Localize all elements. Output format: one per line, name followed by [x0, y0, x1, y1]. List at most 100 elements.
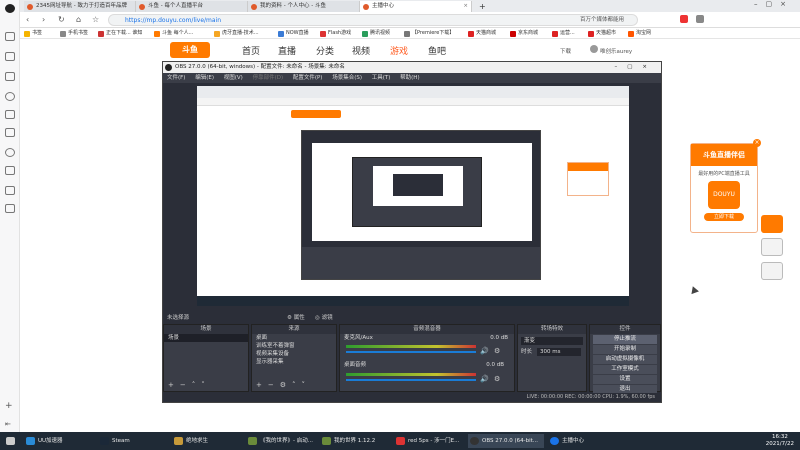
menu-file[interactable]: 文件(F) [167, 75, 185, 81]
tab-douyu[interactable]: 斗鱼 - 每个人直播平台 [136, 1, 248, 12]
sidebar-search-icon[interactable] [5, 92, 15, 101]
source-item[interactable]: 训练室不着弹窗 [252, 342, 336, 350]
sidebar-mail-icon[interactable] [5, 32, 15, 41]
source-item[interactable]: 桌面 [252, 334, 336, 342]
menu-scene-collection[interactable]: 场景集合(S) [332, 75, 362, 81]
bookmark-item[interactable]: 淘宝网 [628, 29, 651, 38]
volume-slider[interactable] [346, 351, 476, 353]
close-icon[interactable]: × [753, 139, 761, 147]
bookmark-item[interactable]: 【Premiere下载】 [404, 29, 454, 38]
gear-icon[interactable]: ⚙ [494, 375, 500, 383]
extension-icon[interactable] [680, 15, 688, 23]
virtual-camera-button[interactable]: 启动虚拟摄像机 [593, 355, 657, 364]
obs-window-controls[interactable]: –▢× [614, 62, 657, 73]
menu-edit[interactable]: 编辑(E) [195, 75, 214, 81]
window-controls[interactable]: –▢× [754, 0, 794, 8]
nav-category[interactable]: 分类 [316, 44, 334, 57]
bookmark-item[interactable]: 天猫商城 [468, 29, 496, 38]
start-recording-button[interactable]: 开始录制 [593, 345, 657, 354]
menu-view[interactable]: 视图(V) [224, 75, 243, 81]
system-clock[interactable]: 16:32 2021/7/22 [766, 434, 794, 448]
menu-profile[interactable]: 配置文件(P) [293, 75, 323, 81]
scene-controls[interactable]: +−˄˅ [168, 381, 211, 389]
home-icon[interactable] [761, 238, 783, 256]
transition-select[interactable]: 渐变 [521, 337, 583, 345]
refresh-icon[interactable]: ↻ [58, 15, 65, 24]
star-icon[interactable]: ☆ [92, 15, 99, 24]
user-name[interactable]: 唯创乐aurey [600, 47, 632, 55]
tab-profile[interactable]: 我的资料 - 个人中心 - 斗鱼 [248, 1, 360, 12]
sidebar-list-icon[interactable] [5, 204, 15, 213]
stop-streaming-button[interactable]: 停止推流 [593, 335, 657, 344]
taskbar-item[interactable]: 绝地求生 [172, 434, 242, 448]
sidebar-add-icon[interactable]: + [5, 402, 15, 411]
sidebar-history-icon[interactable] [5, 110, 15, 119]
sidebar-document-icon[interactable] [5, 52, 15, 61]
browser-logo-icon[interactable] [5, 4, 15, 13]
site-logo[interactable]: 斗鱼 [170, 42, 210, 58]
menu-help[interactable]: 帮助(H) [400, 75, 419, 81]
back-icon[interactable]: ‹ [26, 15, 29, 24]
taskbar-item[interactable]: red 5ps - 涉一门E... [394, 434, 464, 448]
bookmark-item[interactable]: 书签 [24, 29, 42, 38]
close-icon[interactable]: × [463, 1, 468, 12]
speaker-icon[interactable]: 🔊 [480, 347, 489, 355]
bookmark-item[interactable]: 天猫超市 [588, 29, 616, 38]
taskbar-item[interactable]: Steam [98, 434, 168, 448]
expand-icon[interactable] [761, 262, 783, 280]
sidebar-game-icon[interactable] [5, 166, 15, 175]
home-icon[interactable]: ⌂ [76, 15, 81, 24]
source-item[interactable]: 显示器采集 [252, 358, 336, 366]
source-item[interactable]: 视频采集设备 [252, 350, 336, 358]
bookmark-item[interactable]: 京东商城 [510, 29, 538, 38]
sidebar-book-icon[interactable] [5, 72, 15, 81]
taskbar-item[interactable]: 主播中心 [548, 434, 618, 448]
new-tab-button[interactable]: + [476, 1, 490, 12]
sidebar-collapse-icon[interactable]: ⇤ [5, 420, 15, 429]
bookmark-item[interactable]: 运营... [552, 29, 575, 38]
avatar[interactable] [590, 45, 598, 53]
bookmark-item[interactable]: 手机书签 [60, 29, 88, 38]
sidebar-chat-icon[interactable] [5, 148, 15, 157]
menu-icon[interactable] [696, 15, 704, 23]
bookmark-item[interactable]: 正在下载... 谁知 [98, 29, 142, 38]
bookmark-item[interactable]: Flash游戏 [320, 29, 351, 38]
studio-mode-button[interactable]: 工作室模式 [593, 365, 657, 374]
bookmark-item[interactable]: 腾讯视频 [362, 29, 390, 38]
speaker-icon[interactable]: 🔊 [480, 375, 489, 383]
download-link[interactable]: 下载 [560, 47, 571, 55]
scene-item[interactable]: 场景 [164, 334, 248, 342]
play-icon[interactable] [761, 215, 783, 233]
taskbar-item[interactable]: UU加速器 [24, 434, 94, 448]
source-controls[interactable]: +−⚙˄˅ [256, 381, 311, 389]
nav-games[interactable]: 游戏 [390, 44, 408, 57]
menu-docks[interactable]: 停靠部件(D) [253, 75, 284, 81]
obs-preview[interactable] [197, 86, 629, 306]
nav-video[interactable]: 视频 [352, 44, 370, 57]
bookmark-item[interactable]: 虎牙直播-技术... [214, 29, 259, 38]
tab-streamer-center[interactable]: 主播中心 × [360, 1, 472, 12]
bookmark-item[interactable]: NOW直播 [278, 29, 309, 38]
gear-icon[interactable]: ⚙ [494, 347, 500, 355]
forward-icon[interactable]: › [42, 15, 45, 24]
filters-button[interactable]: ◎ 滤镜 [315, 313, 333, 323]
volume-slider[interactable] [346, 379, 476, 381]
duration-input[interactable]: 300 ms [537, 348, 581, 356]
ad-download-button[interactable]: 立即下载 [704, 213, 744, 221]
properties-button[interactable]: ⚙ 属性 [287, 313, 305, 323]
tab-2345[interactable]: 2345网址导航 - 致力于打造百年品牌 [24, 1, 136, 12]
nav-live[interactable]: 直播 [278, 44, 296, 57]
download-ad[interactable]: × 斗鱼直播伴侣 最好用的PC端直播工具 DOUYU 立即下载 [690, 139, 761, 233]
settings-button[interactable]: 设置 [593, 375, 657, 384]
nav-home[interactable]: 首页 [242, 44, 260, 57]
sidebar-video-icon[interactable] [5, 128, 15, 137]
taskbar-item[interactable]: 我的世界 1.12.2 [320, 434, 390, 448]
search-hint[interactable]: 百万个媒体都能用 [580, 15, 624, 23]
bookmark-item[interactable]: 斗鱼 每个人... [154, 29, 193, 38]
taskbar-item[interactable]: OBS 27.0.0 (64-bit... [468, 434, 544, 448]
sidebar-cart-icon[interactable] [5, 186, 15, 195]
menu-tools[interactable]: 工具(T) [372, 75, 391, 81]
start-icon[interactable] [4, 434, 16, 448]
url-input[interactable]: https://mp.douyu.com/live/main [108, 14, 638, 26]
taskbar-item[interactable]: 《我的世界》- 启动... [246, 434, 316, 448]
